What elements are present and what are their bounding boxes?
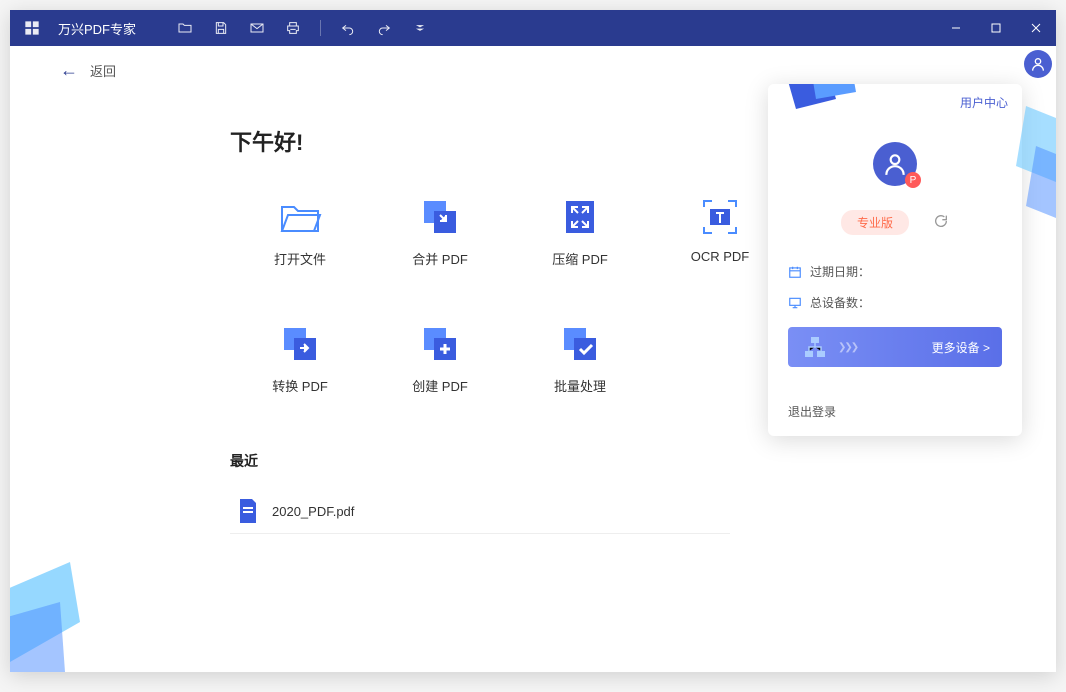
logout-button[interactable]: 退出登录: [768, 387, 1022, 436]
redo-icon[interactable]: [375, 19, 393, 37]
batch-process-action[interactable]: 批量处理: [510, 324, 650, 395]
close-button[interactable]: [1016, 10, 1056, 46]
recent-file-item[interactable]: 2020_PDF.pdf: [230, 489, 730, 534]
merge-pdf-action[interactable]: 合并 PDF: [370, 197, 510, 268]
devices-label: 总设备数：: [810, 294, 870, 311]
recent-title: 最近: [230, 451, 1006, 471]
print-icon[interactable]: [284, 19, 302, 37]
window-controls: [936, 10, 1056, 46]
action-label: 转换 PDF: [272, 376, 328, 395]
expire-date-row: 过期日期：: [788, 263, 1002, 280]
refresh-icon[interactable]: [933, 213, 949, 232]
create-icon: [418, 324, 462, 364]
app-title: 万兴PDF专家: [58, 19, 136, 38]
more-devices-label: 更多设备 >: [932, 339, 990, 356]
monitor-icon: [788, 296, 802, 310]
calendar-icon: [788, 265, 802, 279]
expire-label: 过期日期：: [810, 263, 870, 280]
panel-header: 用户中心: [768, 84, 1022, 130]
main-area: ← 返回 下午好! 打开文件 合并 PDF: [10, 46, 1056, 672]
action-label: 合并 PDF: [412, 249, 468, 268]
panel-decoration-icon: [776, 84, 866, 134]
undo-icon[interactable]: [339, 19, 357, 37]
app-logo-icon: [22, 18, 42, 38]
toolbar-separator: [320, 20, 321, 36]
minimize-button[interactable]: [936, 10, 976, 46]
compress-pdf-action[interactable]: 压缩 PDF: [510, 197, 650, 268]
pdf-file-icon: [238, 499, 258, 523]
maximize-button[interactable]: [976, 10, 1016, 46]
user-button[interactable]: [1024, 50, 1052, 78]
title-bar: 万兴PDF专家: [10, 10, 1056, 46]
action-label: OCR PDF: [691, 249, 750, 264]
toolbar: [176, 19, 429, 37]
convert-icon: [278, 324, 322, 364]
back-button[interactable]: ← 返回: [60, 60, 1006, 81]
devices-row: 总设备数：: [788, 294, 1002, 311]
back-arrow-icon: ←: [60, 60, 78, 81]
user-panel: 用户中心 P 专业版 过期日期：: [768, 84, 1022, 436]
save-icon[interactable]: [212, 19, 230, 37]
user-center-link[interactable]: 用户中心: [960, 94, 1008, 111]
back-label: 返回: [90, 61, 116, 80]
dropdown-icon[interactable]: [411, 19, 429, 37]
ocr-icon: [698, 197, 742, 237]
user-avatar-icon: P: [873, 142, 917, 186]
action-label: 压缩 PDF: [552, 249, 608, 268]
chevrons-icon: ❯❯❯: [838, 342, 857, 353]
mail-icon[interactable]: [248, 19, 266, 37]
pro-badge-icon: P: [905, 172, 921, 188]
corner-decoration-tr-icon: [1016, 106, 1056, 226]
action-label: 打开文件: [274, 249, 326, 268]
devices-network-icon: [800, 335, 830, 359]
recent-file-name: 2020_PDF.pdf: [272, 504, 354, 519]
folder-open-icon: [278, 197, 322, 237]
recent-section: 最近 2020_PDF.pdf: [230, 451, 1006, 534]
folder-icon[interactable]: [176, 19, 194, 37]
avatar-container: P: [768, 142, 1022, 186]
corner-decoration-bl-icon: [10, 562, 110, 672]
convert-pdf-action[interactable]: 转换 PDF: [230, 324, 370, 395]
action-label: 创建 PDF: [412, 376, 468, 395]
open-file-action[interactable]: 打开文件: [230, 197, 370, 268]
more-devices-button[interactable]: ❯❯❯ 更多设备 >: [788, 327, 1002, 367]
merge-icon: [418, 197, 462, 237]
pro-row: 专业版: [768, 210, 1022, 235]
action-label: 批量处理: [554, 376, 606, 395]
batch-icon: [558, 324, 602, 364]
create-pdf-action[interactable]: 创建 PDF: [370, 324, 510, 395]
compress-icon: [558, 197, 602, 237]
pro-version-badge: 专业版: [841, 210, 909, 235]
info-section: 过期日期： 总设备数： ❯❯❯ 更多设备 >: [768, 235, 1022, 387]
